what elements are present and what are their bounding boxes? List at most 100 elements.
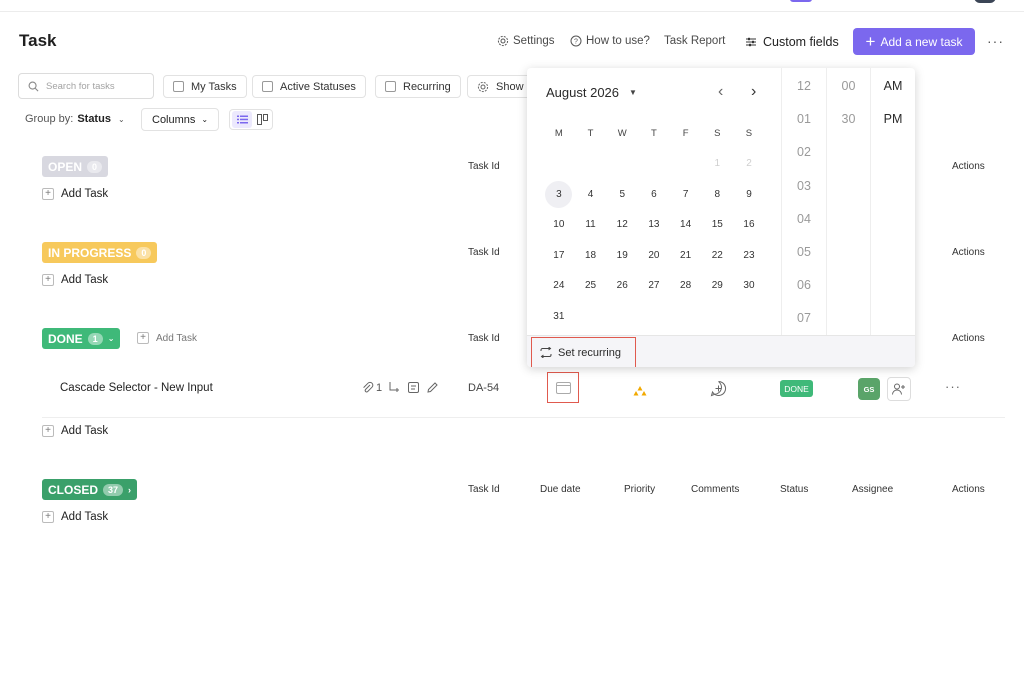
group-badge-in-progress[interactable]: IN PROGRESS 0 — [42, 242, 158, 263]
calendar-day[interactable]: 10 — [543, 210, 575, 241]
priority-indicator[interactable] — [633, 383, 647, 401]
my-tasks-filter[interactable]: My Tasks — [163, 75, 247, 98]
minute-option[interactable]: 00 — [827, 79, 870, 93]
group-badge-open[interactable]: OPEN 0 — [42, 156, 109, 177]
calendar-day[interactable]: 12 — [606, 210, 638, 241]
calendar-day[interactable]: 13 — [638, 210, 670, 241]
calendar-day[interactable]: 15 — [701, 210, 733, 241]
hour-option[interactable]: 03 — [782, 179, 826, 193]
calendar-day[interactable]: 16 — [733, 210, 765, 241]
recurring-checkbox[interactable] — [385, 81, 396, 92]
group-count: 37 — [103, 483, 124, 496]
calendar-grid: M T W T F S S 1 2 3 4 5 6 7 8 9 10 11 12 13 14 15 16 17 18 19 20 21… — [543, 118, 765, 332]
hour-option[interactable]: 07 — [782, 311, 826, 325]
ampm-option[interactable]: PM — [871, 112, 915, 126]
status-badge[interactable]: DONE — [780, 380, 813, 397]
calendar-day[interactable]: 9 — [733, 179, 765, 210]
calendar-day[interactable]: 14 — [670, 210, 702, 241]
calendar-day[interactable]: 28 — [670, 271, 702, 302]
hour-option[interactable]: 01 — [782, 112, 826, 126]
my-tasks-checkbox[interactable] — [173, 81, 184, 92]
hour-option[interactable]: 02 — [782, 145, 826, 159]
search-box[interactable] — [18, 73, 154, 99]
columns-dropdown[interactable]: Columns ⌄ — [141, 108, 219, 131]
calendar-day[interactable]: 4 — [575, 179, 607, 210]
add-task-label: Add Task — [61, 188, 109, 200]
calendar-day[interactable]: 21 — [670, 240, 702, 271]
board-view-button[interactable] — [252, 111, 272, 128]
previous-month-button[interactable]: ‹ — [718, 83, 723, 101]
more-options-icon[interactable]: ··· — [987, 33, 1004, 49]
group-badge-closed[interactable]: CLOSED 37 › — [42, 479, 138, 500]
hour-option[interactable]: 05 — [782, 245, 826, 259]
custom-fields-button[interactable]: Custom fields — [745, 35, 839, 49]
add-task-done[interactable]: + Add Task — [42, 425, 108, 437]
minute-option[interactable]: 30 — [827, 112, 870, 126]
group-badge-done[interactable]: DONE 1 ⌄ — [42, 328, 121, 349]
minute-column[interactable]: 00 30 — [827, 68, 871, 336]
calendar-day[interactable]: 8 — [701, 179, 733, 210]
add-task-in-progress[interactable]: + Add Task — [42, 274, 108, 286]
group-by-selector[interactable]: Group by: Status ⌄ — [25, 113, 125, 125]
plus-icon: + — [865, 32, 876, 51]
hour-option[interactable]: 04 — [782, 212, 826, 226]
calendar-day[interactable]: 19 — [606, 240, 638, 271]
paperclip-icon[interactable] — [361, 381, 374, 394]
add-assignee-button[interactable] — [887, 377, 911, 401]
calendar-day[interactable]: 27 — [638, 271, 670, 302]
hour-option[interactable]: 06 — [782, 278, 826, 292]
calendar-day[interactable]: 20 — [638, 240, 670, 271]
add-comment-button[interactable] — [710, 380, 727, 402]
add-new-task-button[interactable]: + Add a new task — [853, 28, 975, 55]
subtask-icon[interactable] — [388, 381, 401, 394]
calendar-day[interactable]: 31 — [543, 301, 575, 332]
task-name[interactable]: Cascade Selector - New Input — [60, 382, 213, 394]
calendar-day[interactable]: 3 — [543, 179, 575, 210]
calendar-day[interactable]: 17 — [543, 240, 575, 271]
add-task-done-inline[interactable]: + Add Task — [137, 332, 197, 344]
calendar-day[interactable]: 25 — [575, 271, 607, 302]
add-task-closed[interactable]: + Add Task — [42, 511, 108, 523]
how-to-use-link[interactable]: ? How to use? — [570, 35, 650, 47]
calendar-day[interactable]: 24 — [543, 271, 575, 302]
recurring-filter[interactable]: Recurring — [375, 75, 461, 98]
calendar-day[interactable]: 26 — [606, 271, 638, 302]
task-report-link[interactable]: Task Report — [664, 35, 725, 47]
calendar-day[interactable]: 30 — [733, 271, 765, 302]
calendar-day[interactable]: 18 — [575, 240, 607, 271]
description-icon[interactable] — [407, 381, 420, 394]
active-statuses-checkbox[interactable] — [262, 81, 273, 92]
ampm-option[interactable]: AM — [871, 79, 915, 93]
month-selector[interactable]: August 2026 ▼ — [546, 85, 637, 100]
list-view-button[interactable] — [232, 111, 252, 128]
assignee-avatar[interactable]: GS — [858, 378, 880, 400]
search-input[interactable] — [46, 80, 146, 92]
settings-link[interactable]: Settings — [497, 35, 555, 47]
help-icon: ? — [570, 35, 582, 47]
weekday-header: S — [745, 127, 753, 139]
calendar-day[interactable]: 22 — [701, 240, 733, 271]
row-more-icon[interactable]: ··· — [945, 379, 961, 394]
calendar-day[interactable]: 29 — [701, 271, 733, 302]
top-accent-tab[interactable] — [790, 0, 812, 2]
calendar-icon — [555, 382, 571, 394]
hour-option[interactable]: 12 — [782, 79, 826, 93]
due-date-picker-trigger[interactable] — [547, 372, 579, 403]
set-recurring-button[interactable]: Set recurring — [531, 337, 636, 367]
next-month-button[interactable]: › — [751, 83, 756, 101]
ampm-column[interactable]: AM PM — [871, 68, 915, 336]
active-statuses-filter[interactable]: Active Statuses — [252, 75, 366, 98]
weekday-header: S — [714, 127, 721, 139]
calendar-day[interactable]: 11 — [575, 210, 607, 241]
calendar-day[interactable]: 6 — [638, 179, 670, 210]
add-task-open[interactable]: + Add Task — [42, 188, 108, 200]
calendar-day[interactable]: 5 — [606, 179, 638, 210]
calendar-day[interactable]: 23 — [733, 240, 765, 271]
chevron-right-icon: › — [128, 484, 132, 495]
column-header-due-date: Due date — [540, 484, 581, 495]
calendar-day[interactable]: 7 — [670, 179, 702, 210]
calendar-day-disabled: 2 — [746, 158, 752, 170]
pencil-icon[interactable] — [426, 381, 439, 394]
user-avatar[interactable] — [974, 0, 996, 3]
hour-column[interactable]: 12 01 02 03 04 05 06 07 — [781, 68, 827, 336]
